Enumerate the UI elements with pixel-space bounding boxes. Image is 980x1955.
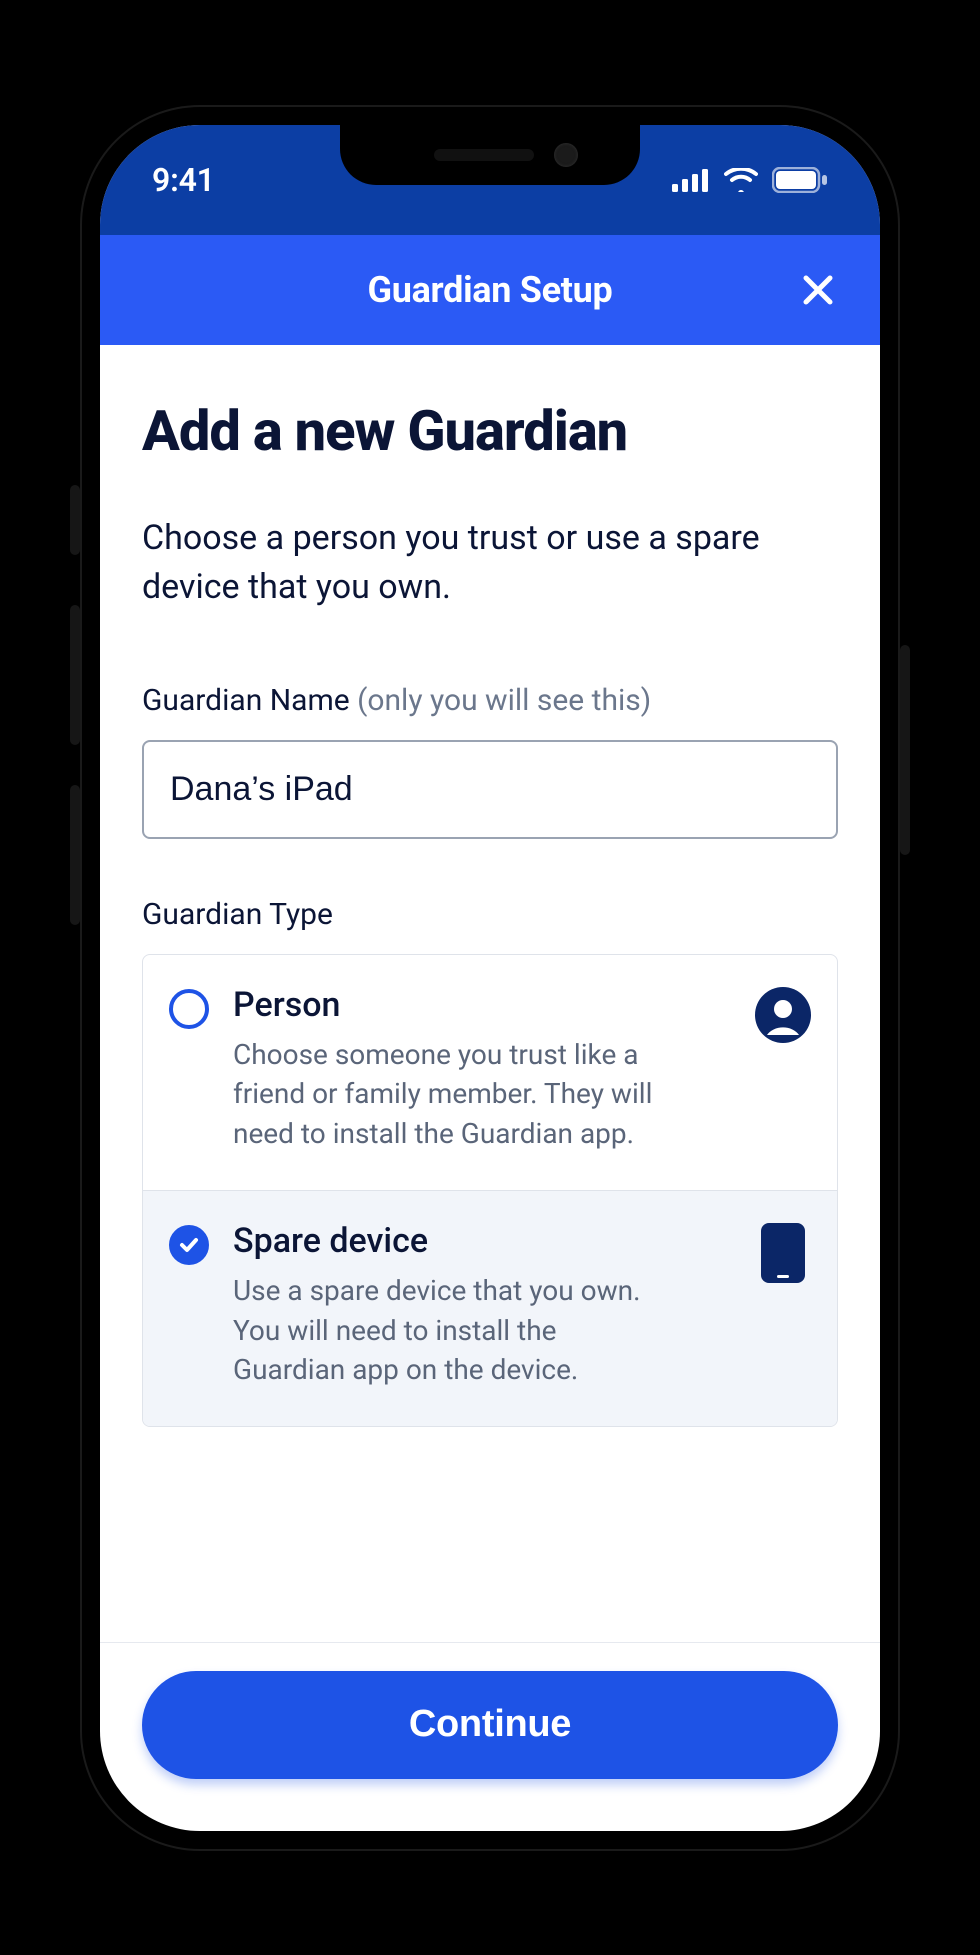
radio-unchecked-icon [169, 989, 209, 1029]
notch [340, 125, 640, 185]
footer: Continue [100, 1642, 880, 1831]
option-spare-device[interactable]: Spare device Use a spare device that you… [143, 1190, 837, 1426]
guardian-name-label: Guardian Name (only you will see this) [142, 683, 838, 718]
close-icon [801, 273, 835, 307]
main-content: Add a new Guardian Choose a person you t… [100, 345, 880, 1642]
volume-down-btn [70, 785, 80, 925]
option-desc: Choose someone you trust like a friend o… [233, 1035, 663, 1154]
guardian-type-options: Person Choose someone you trust like a f… [142, 954, 838, 1428]
device-icon [755, 1223, 811, 1283]
guardian-name-hint: (only you will see this) [357, 683, 651, 718]
page-subtitle: Choose a person you trust or use a spare… [142, 514, 838, 613]
screen: 9:41 [100, 125, 880, 1831]
battery-icon [772, 167, 828, 193]
guardian-type-label: Guardian Type [142, 897, 838, 932]
front-camera [554, 143, 578, 167]
wifi-icon [724, 168, 758, 192]
person-icon [755, 987, 811, 1043]
option-title: Spare device [233, 1221, 731, 1261]
guardian-name-input[interactable] [142, 740, 838, 839]
status-time: 9:41 [152, 161, 215, 199]
close-button[interactable] [798, 270, 838, 310]
option-body: Spare device Use a spare device that you… [233, 1221, 731, 1390]
option-title: Person [233, 985, 731, 1025]
continue-button[interactable]: Continue [142, 1671, 838, 1779]
guardian-name-label-text: Guardian Name [142, 683, 357, 718]
speaker-grille [434, 149, 534, 161]
option-body: Person Choose someone you trust like a f… [233, 985, 731, 1154]
option-desc: Use a spare device that you own. You wil… [233, 1271, 663, 1390]
phone-frame: 9:41 [80, 105, 900, 1851]
page-heading: Add a new Guardian [142, 401, 838, 463]
volume-up-btn [70, 605, 80, 745]
cellular-signal-icon [672, 168, 710, 192]
option-person[interactable]: Person Choose someone you trust like a f… [143, 955, 837, 1190]
header-title: Guardian Setup [367, 269, 612, 311]
radio-checked-icon [169, 1225, 209, 1265]
status-icons [672, 167, 828, 193]
header-bar: Guardian Setup [100, 235, 880, 345]
side-switch [70, 485, 80, 555]
power-btn [900, 645, 910, 855]
